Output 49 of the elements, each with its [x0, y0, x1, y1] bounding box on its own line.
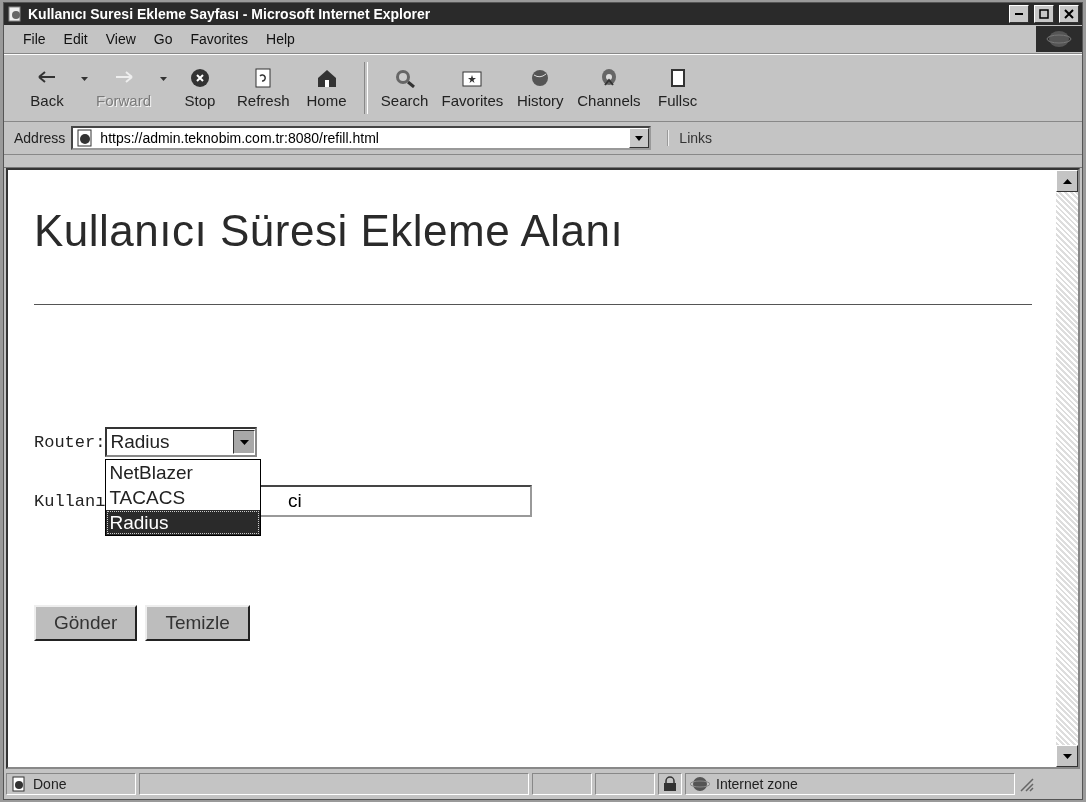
scroll-down-icon — [1062, 753, 1072, 759]
browser-page-icon — [7, 6, 23, 22]
padlock-icon — [663, 776, 677, 792]
toolbar-button[interactable]: Fullsc — [646, 58, 709, 118]
menu-item[interactable]: Edit — [56, 29, 95, 49]
menu-item[interactable]: View — [98, 29, 143, 49]
zone-text: Internet zone — [716, 776, 798, 792]
toolbar-button[interactable]: History — [509, 58, 572, 118]
toolbar-button[interactable]: Search — [373, 58, 436, 118]
scroll-up-icon — [1062, 178, 1072, 184]
dropdown-arrow-icon — [239, 439, 249, 445]
form-button[interactable]: Temizle — [145, 605, 250, 641]
toolbar-button[interactable]: Back — [16, 58, 78, 118]
dropdown-arrow-icon[interactable] — [80, 77, 88, 81]
status-text: Done — [33, 776, 67, 792]
menu-item[interactable]: Go — [146, 29, 180, 49]
toolbar-button[interactable]: Channels — [571, 58, 647, 118]
status-pane — [532, 773, 592, 795]
vertical-scrollbar[interactable] — [1056, 170, 1078, 767]
globe-icon — [690, 776, 710, 792]
dropdown-arrow-icon — [635, 135, 644, 141]
toolbar-button[interactable]: Refresh — [231, 58, 296, 118]
menu-item[interactable]: Favorites — [183, 29, 256, 49]
status-pane — [595, 773, 655, 795]
maximize-button[interactable] — [1034, 5, 1054, 23]
dropdown-option[interactable]: NetBlazer — [106, 460, 261, 485]
minimize-icon — [1015, 13, 1023, 15]
stop-icon — [188, 67, 212, 88]
menu-item[interactable]: File — [16, 29, 53, 49]
resize-grip-icon — [1018, 776, 1034, 792]
window-title: Kullanıcı Suresi Ekleme Sayfası - Microsoft Internet Explorer — [28, 6, 432, 22]
globe-logo-icon — [1046, 29, 1072, 49]
dropdown-option[interactable]: Radius — [106, 510, 261, 535]
maximize-icon — [1039, 9, 1049, 19]
close-button[interactable] — [1059, 5, 1079, 23]
menu-item[interactable]: Help — [259, 29, 302, 49]
toolbar-button[interactable]: Favorites — [435, 58, 510, 118]
address-label: Address — [14, 130, 66, 146]
form-button[interactable]: Gönder — [34, 605, 138, 641]
address-field[interactable]: https://admin.teknobim.com.tr:8080/refill.html — [71, 126, 652, 150]
minimize-button[interactable] — [1009, 5, 1029, 23]
page-icon — [11, 776, 27, 792]
links-button[interactable]: Links — [667, 130, 713, 146]
page-icon — [76, 129, 95, 147]
router-label: Router: — [34, 432, 106, 452]
toolbar-button[interactable]: Home — [295, 58, 358, 118]
page-heading: Kullanıcı Süresi Ekleme Alanı — [34, 206, 625, 256]
toolbar-button[interactable]: Stop — [169, 58, 231, 118]
close-icon — [1064, 9, 1074, 19]
